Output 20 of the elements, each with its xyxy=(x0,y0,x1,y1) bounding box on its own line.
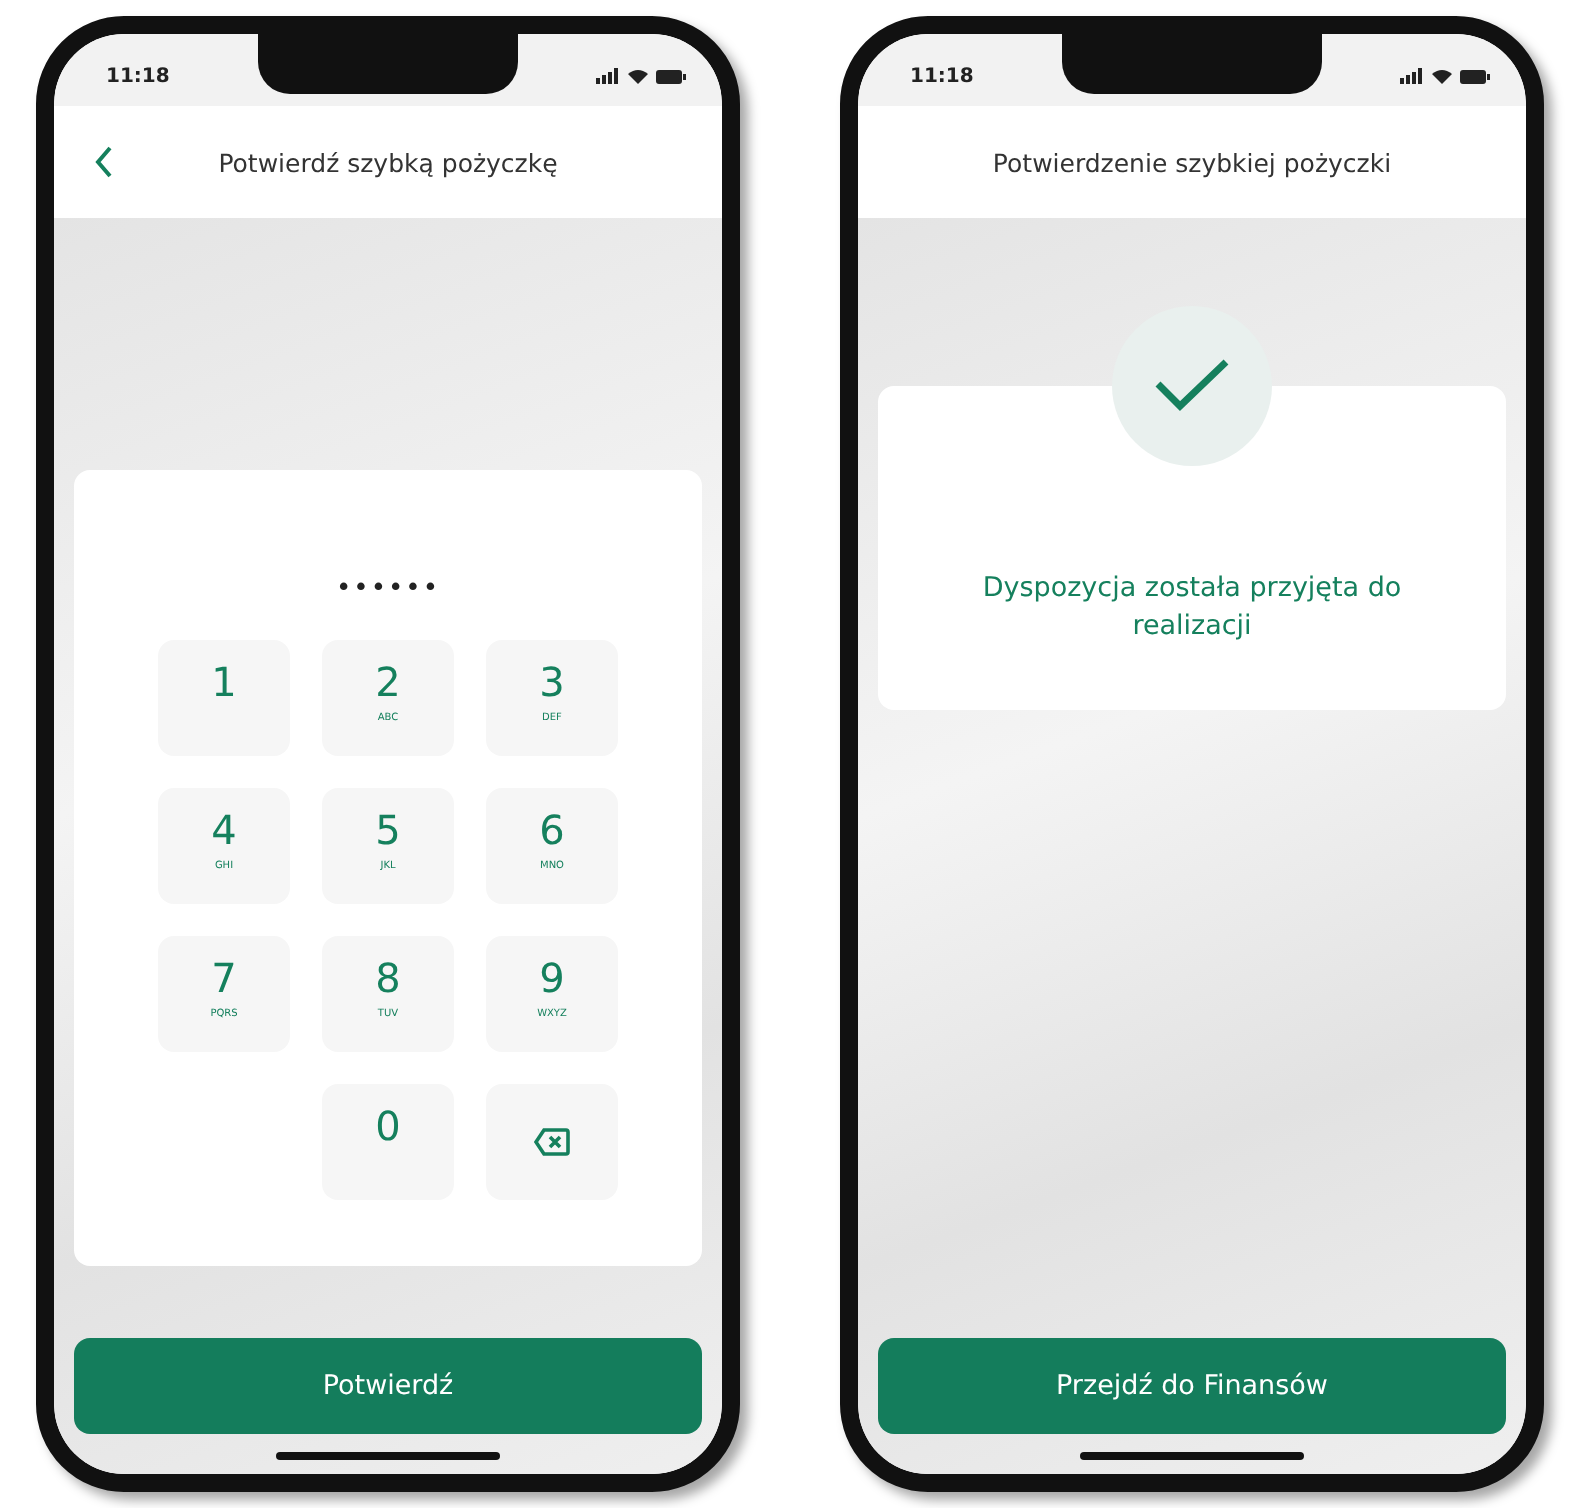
wifi-icon xyxy=(628,68,648,84)
battery-icon xyxy=(1460,69,1490,83)
pin-field[interactable]: •••••• xyxy=(335,574,440,604)
status-time: 11:18 xyxy=(910,65,974,87)
signal-icon xyxy=(596,68,620,84)
signal-icon xyxy=(1400,68,1424,84)
backspace-icon xyxy=(534,1128,570,1156)
screen-title: Potwierdź szybką pożyczkę xyxy=(218,147,558,177)
keypad-key[interactable]: 1 xyxy=(158,640,290,756)
wifi-icon xyxy=(1432,68,1452,84)
primary-button[interactable]: Potwierdź xyxy=(74,1338,702,1434)
checkmark-icon xyxy=(1154,358,1230,414)
keypad-key[interactable]: 0 xyxy=(322,1084,454,1200)
battery-icon xyxy=(656,69,686,83)
screen-title: Potwierdzenie szybkiej pożyczki xyxy=(992,147,1392,177)
backspace-button[interactable] xyxy=(486,1084,618,1200)
confirmation-message: Dyspozycja została przyjęta do realizacji xyxy=(980,570,1404,646)
primary-button[interactable]: Przejdź do Finansów xyxy=(878,1338,1506,1434)
back-icon[interactable] xyxy=(94,146,114,178)
status-time: 11:18 xyxy=(106,65,170,87)
